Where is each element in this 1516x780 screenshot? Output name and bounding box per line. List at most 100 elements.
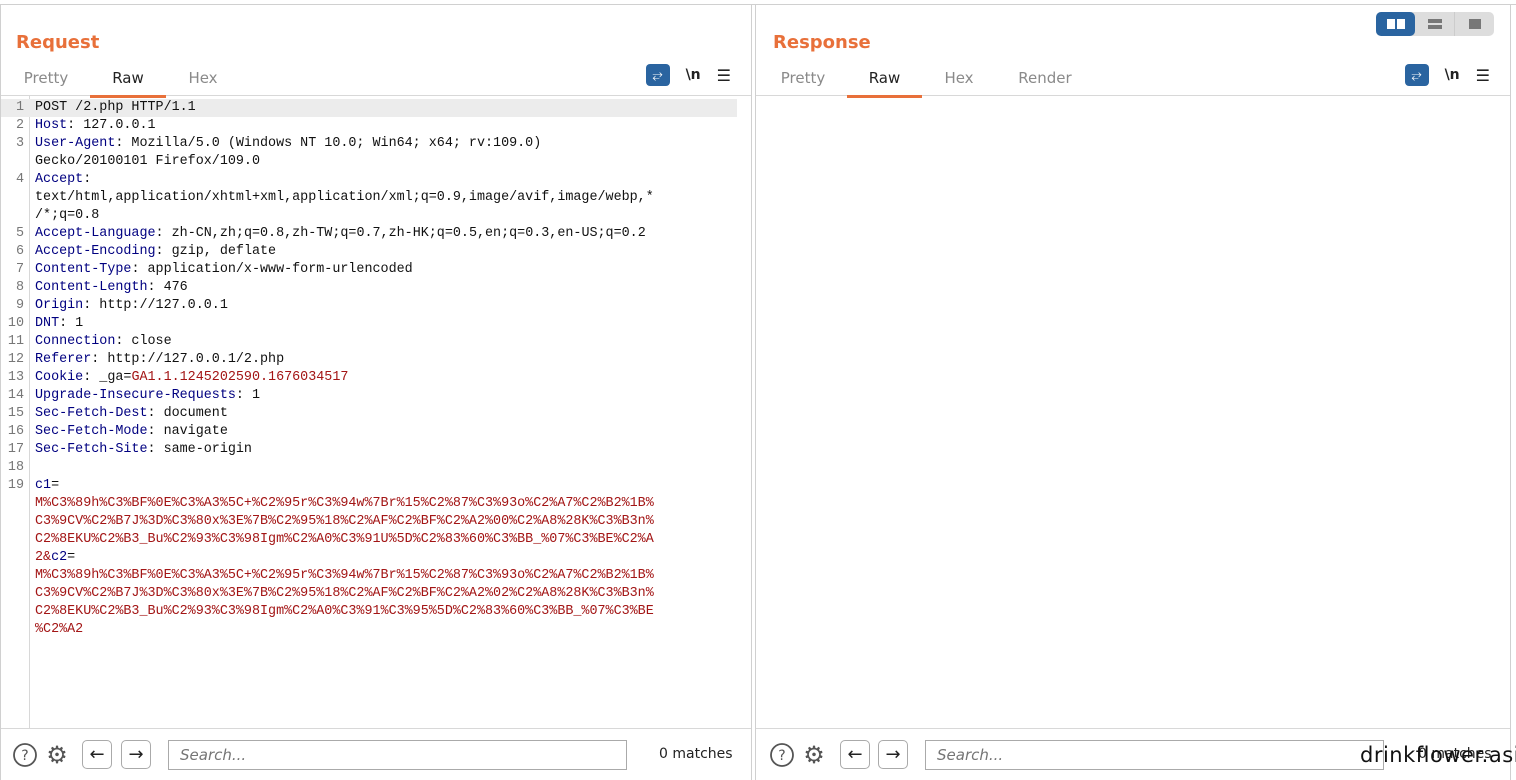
header-value: : navigate	[147, 424, 228, 439]
line-number: 12	[7, 352, 24, 367]
header-name: Accept-Encoding	[35, 244, 156, 259]
menu-icon[interactable]: ☰	[1476, 66, 1490, 85]
previous-match-button[interactable]: ←	[840, 740, 870, 769]
word-wrap-icon[interactable]: ⥂	[1404, 64, 1429, 86]
header-value: : 476	[147, 280, 188, 295]
tab-pretty[interactable]: Pretty	[23, 69, 69, 95]
code-line: 10 DNT: 1	[1, 315, 737, 333]
code-line: 16 Sec-Fetch-Mode: navigate	[1, 423, 737, 441]
header-name: Sec-Fetch-Site	[35, 442, 148, 457]
code-line: C2%8EKU%C2%B3_Bu%C2%93%C3%98Igm%C2%A0%C3…	[1, 531, 737, 549]
line-number: 13	[7, 370, 24, 385]
code-line: 2&c2=	[1, 549, 737, 567]
line-number: 3	[15, 136, 24, 151]
header-value: /*;q=0.8	[35, 208, 100, 223]
response-editor[interactable]	[756, 96, 1510, 729]
code-line: 13 Cookie: _ga=GA1.1.1245202590.167603451…	[1, 369, 737, 387]
search-input[interactable]	[168, 740, 627, 770]
header-value: : 1	[235, 388, 261, 403]
help-icon[interactable]: ?	[769, 742, 795, 768]
gear-icon[interactable]: ⚙	[801, 741, 827, 769]
svg-text:?: ?	[778, 748, 785, 764]
code-line: 5 Accept-Language: zh-CN,zh;q=0.8,zh-TW;q…	[1, 225, 737, 243]
tab-pretty[interactable]: Pretty	[780, 69, 826, 95]
header-name: Accept	[35, 172, 84, 187]
watermark: drinkflower.asia	[1360, 743, 1516, 767]
code-line: 1 POST /2.php HTTP/1.1	[1, 99, 737, 117]
header-name: c2	[51, 550, 68, 565]
header-name: DNT	[35, 316, 60, 331]
header-value: : same-origin	[147, 442, 252, 457]
code-line: 7 Content-Type: application/x-www-form-ur…	[1, 261, 737, 279]
param-value: M%C3%89h%C3%BF%0E%C3%A3%5C+%C2%95r%C3%94…	[35, 568, 654, 583]
next-match-button[interactable]: →	[878, 740, 908, 769]
header-value: : http://127.0.0.1/2.php	[91, 352, 285, 367]
header-value: : _ga=	[83, 370, 132, 385]
header-name: c1	[35, 478, 52, 493]
line-number: 5	[15, 226, 24, 241]
request-panel: Request Pretty Raw Hex ⥂ \n ☰ 1 POST /2.p…	[0, 5, 752, 780]
menu-icon[interactable]: ☰	[717, 66, 731, 85]
tab-render[interactable]: Render	[1018, 69, 1072, 95]
header-name: User-Agent	[35, 136, 116, 151]
code-line: C2%8EKU%C2%B3_Bu%C2%93%C3%98Igm%C2%A0%C3…	[1, 603, 737, 621]
previous-match-button[interactable]: ←	[82, 740, 112, 769]
header-value: : application/x-www-form-urlencoded	[131, 262, 413, 277]
code-line: %C2%A2	[1, 621, 737, 639]
header-name: Sec-Fetch-Dest	[35, 406, 148, 421]
line-number: 10	[7, 316, 24, 331]
line-number: 1	[15, 100, 24, 115]
next-match-button[interactable]: →	[121, 740, 151, 769]
gear-icon[interactable]: ⚙	[44, 741, 70, 769]
show-newlines-button[interactable]: \n	[686, 67, 701, 83]
code-line: Gecko/20100101 Firefox/109.0	[1, 153, 737, 171]
code-line: 14 Upgrade-Insecure-Requests: 1	[1, 387, 737, 405]
header-name: Host	[35, 118, 68, 133]
show-newlines-button[interactable]: \n	[1445, 67, 1460, 83]
line-number: 9	[15, 298, 24, 313]
search-input[interactable]	[925, 740, 1384, 770]
word-wrap-icon[interactable]: ⥂	[645, 64, 670, 86]
param-value: C2%8EKU%C2%B3_Bu%C2%93%C3%98Igm%C2%A0%C3…	[35, 532, 654, 547]
param-value: C3%9CV%C2%B7J%3D%C3%80x%3E%7B%C2%95%18%C…	[35, 514, 654, 529]
line-number: 16	[7, 424, 24, 439]
param-value: C2%8EKU%C2%B3_Bu%C2%93%C3%98Igm%C2%A0%C3…	[35, 604, 654, 619]
line-number: 4	[15, 172, 24, 187]
tab-hex[interactable]: Hex	[944, 69, 974, 95]
param-value: GA1.1.1245202590.1676034517	[131, 370, 349, 385]
tab-hex[interactable]: Hex	[186, 69, 220, 95]
request-tabs: Pretty Raw Hex ⥂ \n ☰	[1, 63, 751, 98]
request-search-bar: ? ⚙ ← → 0 matches	[1, 734, 751, 780]
code-line: C3%9CV%C2%B7J%3D%C3%80x%3E%7B%C2%95%18%C…	[1, 585, 737, 603]
tab-raw[interactable]: Raw	[90, 69, 166, 98]
line-number: 14	[7, 388, 24, 403]
line-number: 15	[7, 406, 24, 421]
code-line: M%C3%89h%C3%BF%0E%C3%A3%5C+%C2%95r%C3%94…	[1, 495, 737, 513]
header-name: Sec-Fetch-Mode	[35, 424, 148, 439]
match-count: 0 matches	[659, 746, 733, 762]
request-code: 1 POST /2.php HTTP/1.1 2 Host: 127.0.0.1 3 Us…	[1, 99, 737, 639]
line-number: 17	[7, 442, 24, 457]
header-name: Content-Type	[35, 262, 132, 277]
response-tabs: Pretty Raw Hex Render ⥂ \n ☰	[756, 63, 1510, 98]
tab-raw[interactable]: Raw	[847, 69, 922, 98]
header-name: Cookie	[35, 370, 84, 385]
line-number: 19	[7, 478, 24, 493]
header-name: Referer	[35, 352, 92, 367]
header-name: Origin	[35, 298, 84, 313]
code-line: 9 Origin: http://127.0.0.1	[1, 297, 737, 315]
line-number: 18	[7, 460, 24, 475]
header-value: : document	[147, 406, 228, 421]
line-number: 8	[15, 280, 24, 295]
code-line: M%C3%89h%C3%BF%0E%C3%A3%5C+%C2%95r%C3%94…	[1, 567, 737, 585]
request-editor[interactable]: 1 POST /2.php HTTP/1.1 2 Host: 127.0.0.1 3 Us…	[1, 96, 751, 729]
line-number: 11	[7, 334, 24, 349]
param-value: %C2%A2	[35, 622, 84, 637]
param-value: M%C3%89h%C3%BF%0E%C3%A3%5C+%C2%95r%C3%94…	[35, 496, 654, 511]
help-icon[interactable]: ?	[12, 742, 38, 768]
code-line: 6 Accept-Encoding: gzip, deflate	[1, 243, 737, 261]
header-name: Accept-Language	[35, 226, 156, 241]
header-value: text/html,application/xhtml+xml,applicat…	[35, 190, 654, 205]
code-line: 4 Accept:	[1, 171, 737, 189]
response-panel: Response Pretty Raw Hex Render ⥂ \n ☰ ? …	[755, 5, 1511, 780]
